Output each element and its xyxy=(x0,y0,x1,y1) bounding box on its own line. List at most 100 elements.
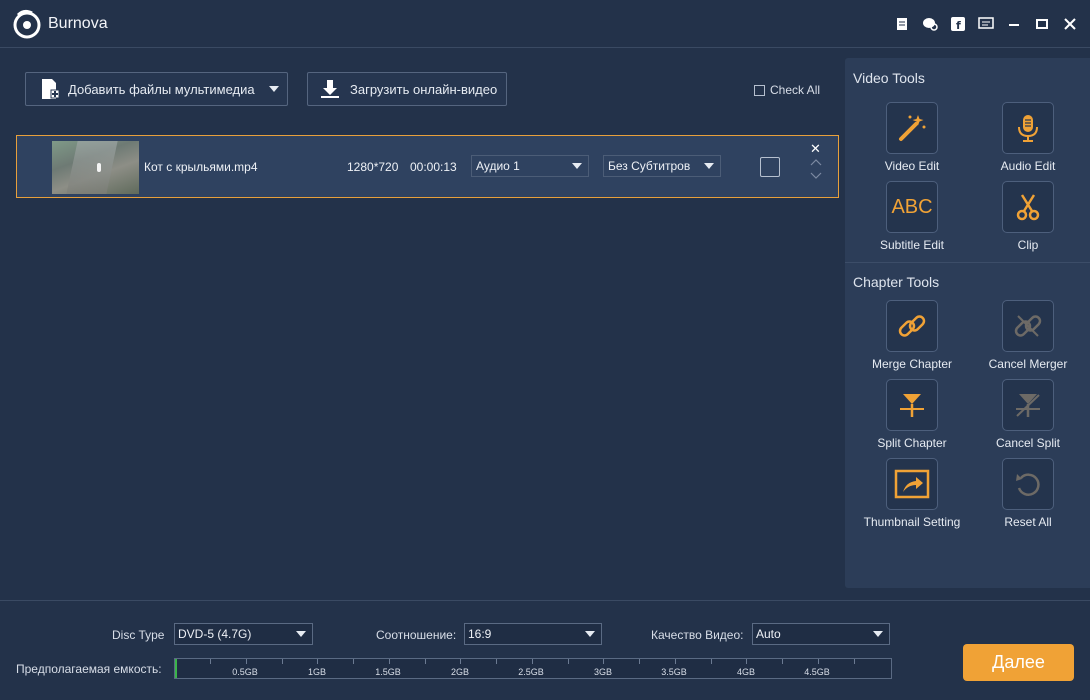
ratio-select[interactable]: 16:9 xyxy=(464,623,602,645)
capacity-tick-label: 4.5GB xyxy=(804,667,830,677)
subtitle-value: Без Субтитров xyxy=(608,159,691,173)
split-chapter-label: Split Chapter xyxy=(877,436,947,450)
clip-tool[interactable]: Clip xyxy=(973,181,1083,252)
capacity-fill xyxy=(175,659,177,678)
facebook-icon[interactable]: f xyxy=(948,14,968,34)
disc-type-value: DVD-5 (4.7G) xyxy=(178,627,252,641)
cancel-split-tool[interactable]: Cancel Split xyxy=(973,379,1083,450)
file-row-checkbox[interactable] xyxy=(760,157,780,177)
link-icon xyxy=(886,300,938,352)
download-online-video-button[interactable]: Загрузить онлайн-видео xyxy=(307,72,507,106)
merge-chapter-label: Merge Chapter xyxy=(871,357,953,371)
chevron-down-icon xyxy=(585,631,595,637)
capacity-tick xyxy=(282,659,283,664)
next-button[interactable]: Далее xyxy=(963,644,1074,681)
capacity-tick xyxy=(532,659,533,664)
capacity-tick xyxy=(246,659,247,664)
file-name: Кот с крыльями.mp4 xyxy=(144,160,258,174)
unlink-icon xyxy=(1002,300,1054,352)
video-tools-title: Video Tools xyxy=(853,70,925,86)
cancel-split-icon xyxy=(1002,379,1054,431)
microphone-icon xyxy=(1002,102,1054,154)
feedback-icon[interactable] xyxy=(920,14,940,34)
thumbnail-setting-label: Thumbnail Setting xyxy=(863,515,961,529)
ratio-label: Соотношение: xyxy=(376,628,457,642)
disc-type-label: Disc Type xyxy=(112,628,165,642)
reset-all-tool[interactable]: Reset All xyxy=(973,458,1083,529)
check-all-label: Check All xyxy=(770,83,821,97)
capacity-tick-label: 2.5GB xyxy=(518,667,544,677)
download-online-label: Загрузить онлайн-видео xyxy=(350,81,498,97)
menu-icon[interactable] xyxy=(976,14,996,34)
subtitle-edit-label: Subtitle Edit xyxy=(879,238,945,252)
capacity-tick xyxy=(317,659,318,664)
capacity-tick xyxy=(675,659,676,664)
split-icon xyxy=(886,379,938,431)
magic-wand-icon xyxy=(886,102,938,154)
clip-label: Clip xyxy=(1017,238,1039,252)
subtitle-select[interactable]: Без Субтитров xyxy=(603,155,721,177)
capacity-tick xyxy=(425,659,426,664)
thumbnail-icon xyxy=(886,458,938,510)
merge-chapter-tool[interactable]: Merge Chapter xyxy=(857,300,967,371)
close-icon[interactable] xyxy=(1060,14,1080,34)
capacity-tick-label: 3GB xyxy=(593,667,613,677)
capacity-tick xyxy=(568,659,569,664)
add-files-label: Добавить файлы мультимедиа xyxy=(68,81,255,97)
burnova-logo-icon xyxy=(13,9,41,39)
audio-edit-tool[interactable]: Audio Edit xyxy=(973,102,1083,173)
capacity-tick-label: 1GB xyxy=(307,667,327,677)
capacity-bar: 0.5GB 1GB 1.5GB 2GB 2.5GB 3GB 3.5GB 4GB 4.5GB xyxy=(174,658,892,679)
split-chapter-tool[interactable]: Split Chapter xyxy=(857,379,967,450)
thumbnail-setting-tool[interactable]: Thumbnail Setting xyxy=(857,458,967,529)
capacity-tick xyxy=(854,659,855,664)
move-up-icon[interactable] xyxy=(810,158,822,166)
capacity-label: Предполагаемая емкость: xyxy=(16,662,162,676)
capacity-tick-label: 3.5GB xyxy=(661,667,687,677)
move-down-icon[interactable] xyxy=(810,172,822,180)
quality-select[interactable]: Auto xyxy=(752,623,890,645)
chevron-down-icon xyxy=(296,631,306,637)
audio-edit-label: Audio Edit xyxy=(1000,159,1056,173)
capacity-tick xyxy=(210,659,211,664)
video-edit-label: Video Edit xyxy=(884,159,940,173)
remove-file-icon[interactable]: ✕ xyxy=(810,141,821,157)
capacity-tick xyxy=(460,659,461,664)
audio-track-select[interactable]: Аудио 1 xyxy=(471,155,589,177)
subtitle-abc-icon: ABC xyxy=(886,181,938,233)
audio-track-value: Аудио 1 xyxy=(476,159,520,173)
file-row[interactable]: Кот с крыльями.mp4 1280*720 00:00:13 Ауд… xyxy=(16,135,839,198)
video-thumbnail xyxy=(52,141,139,194)
chevron-down-icon[interactable] xyxy=(268,86,279,92)
quality-label: Качество Видео: xyxy=(651,628,744,642)
chevron-down-icon xyxy=(873,631,883,637)
capacity-tick-label: 0.5GB xyxy=(232,667,258,677)
capacity-tick xyxy=(353,659,354,664)
capacity-tick xyxy=(603,659,604,664)
check-all-box[interactable] xyxy=(754,84,765,96)
maximize-icon[interactable] xyxy=(1032,14,1052,34)
cancel-merger-label: Cancel Merger xyxy=(988,357,1068,371)
capacity-tick xyxy=(639,659,640,664)
chevron-down-icon xyxy=(704,163,714,169)
capacity-tick-label: 2GB xyxy=(450,667,470,677)
title-bar: Burnova f xyxy=(0,0,1090,48)
capacity-tick-label: 4GB xyxy=(736,667,756,677)
register-icon[interactable] xyxy=(892,14,912,34)
video-edit-tool[interactable]: Video Edit xyxy=(857,102,967,173)
quality-value: Auto xyxy=(756,627,781,641)
capacity-tick xyxy=(711,659,712,664)
capacity-tick xyxy=(496,659,497,664)
file-list-area: Добавить файлы мультимедиа Загрузить онл… xyxy=(0,48,846,600)
minimize-icon[interactable] xyxy=(1004,14,1024,34)
check-all-checkbox[interactable]: Check All xyxy=(754,83,820,97)
bottom-bar: Disc Type DVD-5 (4.7G) Соотношение: 16:9… xyxy=(0,600,1090,700)
reset-icon xyxy=(1002,458,1054,510)
download-icon xyxy=(321,80,339,98)
disc-type-select[interactable]: DVD-5 (4.7G) xyxy=(174,623,313,645)
add-files-button[interactable]: Добавить файлы мультимедиа xyxy=(25,72,288,106)
reset-all-label: Reset All xyxy=(1004,515,1052,529)
cancel-merger-tool[interactable]: Cancel Merger xyxy=(973,300,1083,371)
chapter-tools-title: Chapter Tools xyxy=(853,274,940,290)
subtitle-edit-tool[interactable]: ABC Subtitle Edit xyxy=(857,181,967,252)
